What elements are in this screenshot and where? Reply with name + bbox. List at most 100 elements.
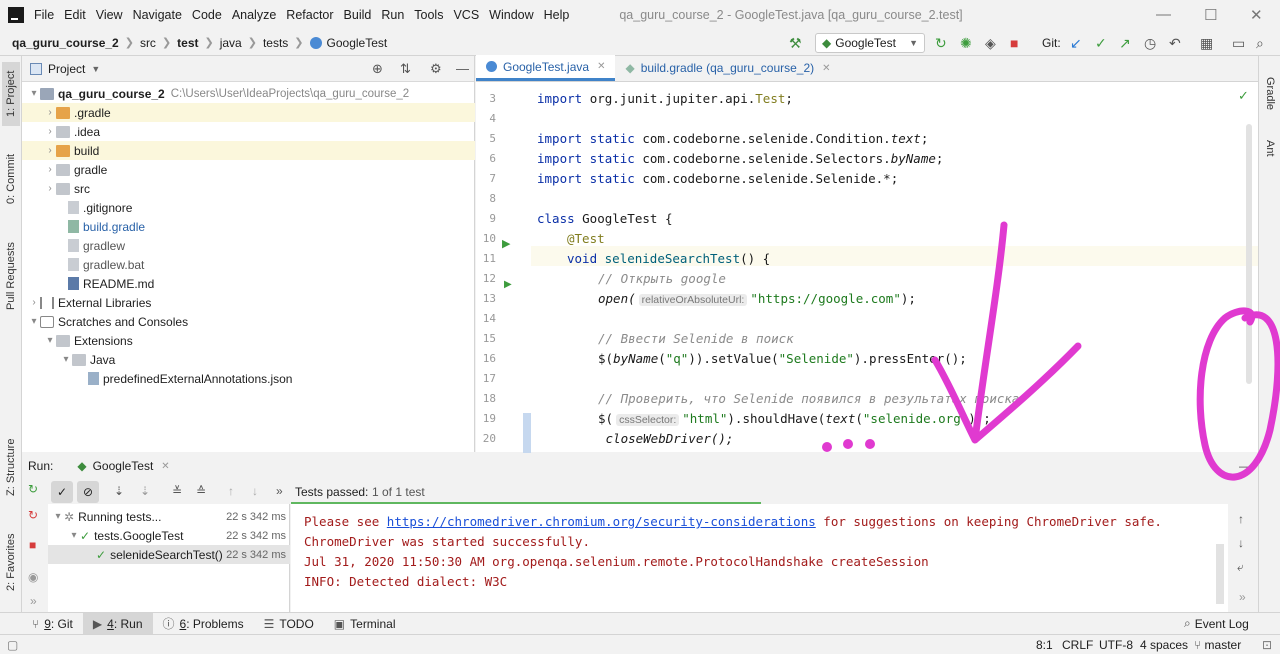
code-line-19[interactable]: $(cssSelector: "html").shouldHave(text("s…: [598, 411, 991, 426]
stop-icon[interactable]: ■: [29, 538, 36, 552]
debug-bug-icon[interactable]: ✺: [960, 34, 972, 52]
test-tree-row[interactable]: ✓ selenideSearchTest() 22 s 342 ms: [48, 545, 290, 564]
line-separator[interactable]: CRLF: [1062, 638, 1093, 652]
tab-build-gradle[interactable]: ◆ build.gradle (qa_guru_course_2) ✕: [615, 55, 840, 81]
stop-icon[interactable]: ■: [1010, 34, 1018, 52]
tree-item[interactable]: gradlew.bat: [22, 255, 475, 274]
menu-file[interactable]: File: [34, 8, 54, 22]
tree-item[interactable]: › External Libraries: [22, 293, 475, 312]
tree-item[interactable]: ▾ Extensions: [22, 331, 475, 350]
code-line-15[interactable]: // Ввести Selenide в поиск: [598, 331, 794, 346]
bottom-tab-problems[interactable]: ⓘ 6: Problems: [153, 613, 254, 635]
bottom-tab-git[interactable]: ⑂ 9: Git: [22, 613, 83, 635]
hide-panel-icon[interactable]: —: [456, 61, 469, 76]
rollback-icon[interactable]: ↶: [1169, 34, 1181, 52]
next-failed-icon[interactable]: ↓: [252, 484, 258, 498]
code-line-6[interactable]: import static com.codeborne.selenide.Sel…: [537, 151, 943, 166]
menu-edit[interactable]: Edit: [64, 8, 86, 22]
code-line-3[interactable]: import org.junit.jupiter.api.Test;: [537, 91, 793, 106]
tree-item[interactable]: gradlew: [22, 236, 475, 255]
menu-tools[interactable]: Tools: [414, 8, 443, 22]
tool-tab-structure[interactable]: Z: Structure: [2, 432, 20, 502]
code-line-11[interactable]: void selenideSearchTest() {: [567, 251, 770, 266]
project-structure-icon[interactable]: ▦: [1200, 34, 1213, 52]
tree-item[interactable]: › build: [22, 141, 475, 160]
tool-tab-favorites[interactable]: 2: Favorites: [2, 526, 20, 598]
search-everywhere-icon[interactable]: ⌕: [1256, 34, 1264, 52]
collapse-all-icon[interactable]: ⇅: [400, 61, 411, 77]
run-tab-googletest[interactable]: GoogleTest: [93, 459, 154, 473]
tool-tab-commit[interactable]: 0: Commit: [2, 144, 20, 214]
maximize-icon[interactable]: ☐: [1204, 6, 1217, 24]
menu-navigate[interactable]: Navigate: [133, 8, 182, 22]
collapse-all-icon[interactable]: ≙: [196, 484, 206, 498]
history-icon[interactable]: ◷: [1144, 34, 1156, 52]
locate-icon[interactable]: ⊕: [372, 61, 383, 77]
tree-item[interactable]: README.md: [22, 274, 475, 293]
code-line-18[interactable]: // Проверить, что Selenide появился в ре…: [598, 391, 1019, 406]
code-line-9[interactable]: class GoogleTest {: [537, 211, 672, 226]
menu-analyze[interactable]: Analyze: [232, 8, 276, 22]
bottom-tab-todo[interactable]: ☰ TODO: [254, 613, 324, 635]
hide-panel-icon[interactable]: —: [1239, 459, 1251, 473]
close-tab-icon[interactable]: ✕: [597, 61, 605, 72]
sort-alpha-icon[interactable]: ⇣: [114, 484, 124, 498]
tree-item[interactable]: › src: [22, 179, 475, 198]
console-scrollbar[interactable]: [1216, 544, 1224, 604]
tree-item[interactable]: predefinedExternalAnnotations.json: [22, 369, 475, 388]
tree-item[interactable]: build.gradle: [22, 217, 475, 236]
editor-scrollbar[interactable]: [1246, 124, 1252, 384]
menu-build[interactable]: Build: [344, 8, 372, 22]
code-line-20[interactable]: closeWebDriver();: [598, 431, 734, 446]
tree-root[interactable]: ▾ qa_guru_course_2 C:\Users\User\IdeaPro…: [22, 84, 475, 103]
close-icon[interactable]: ✕: [1250, 6, 1263, 24]
bottom-tab-run[interactable]: ▶ 4: Run: [82, 612, 153, 635]
chevron-down-icon[interactable]: ▼: [91, 64, 100, 74]
close-tab-icon[interactable]: ✕: [822, 63, 830, 74]
menu-view[interactable]: View: [96, 8, 123, 22]
code-line-16[interactable]: $(byName("q")).setValue("Selenide").pres…: [598, 351, 967, 366]
menu-vcs[interactable]: VCS: [453, 8, 479, 22]
tool-tab-pull-requests[interactable]: Pull Requests: [2, 231, 20, 321]
console-output[interactable]: Please see https://chromedriver.chromium…: [291, 504, 1228, 612]
git-branch-status[interactable]: ⑂ master: [1194, 638, 1241, 652]
breadcrumb-test[interactable]: test: [177, 36, 198, 50]
test-tree-row[interactable]: ▾ ✓ tests.GoogleTest 22 s 342 ms: [48, 526, 290, 545]
breadcrumb-tests[interactable]: tests: [263, 36, 288, 50]
tree-item[interactable]: › gradle: [22, 160, 475, 179]
tree-item[interactable]: › .idea: [22, 122, 475, 141]
indent-setting[interactable]: 4 spaces: [1140, 638, 1188, 652]
tree-item[interactable]: ▾ Scratches and Consoles: [22, 312, 475, 331]
more-icon[interactable]: »: [276, 484, 283, 498]
menu-code[interactable]: Code: [192, 8, 222, 22]
menu-refactor[interactable]: Refactor: [286, 8, 333, 22]
tool-tab-ant[interactable]: Ant: [1261, 128, 1279, 168]
expand-all-icon[interactable]: ≚: [172, 484, 182, 498]
run-class-icon[interactable]: ▶: [502, 237, 510, 250]
toggle-tool-windows-icon[interactable]: ▢: [7, 638, 18, 652]
build-hammer-icon[interactable]: ⚒: [789, 34, 802, 52]
code-line-5[interactable]: import static com.codeborne.selenide.Con…: [537, 131, 928, 146]
event-log-button[interactable]: ⌕ Event Log: [1174, 613, 1259, 635]
rerun-icon[interactable]: ↻: [935, 34, 947, 52]
run-config-select[interactable]: ◆ GoogleTest ▼: [815, 33, 925, 53]
more-icon[interactable]: »: [1239, 590, 1246, 604]
breadcrumb-java[interactable]: java: [220, 36, 242, 50]
prev-failed-icon[interactable]: ↑: [228, 484, 234, 498]
close-tab-icon[interactable]: ✕: [161, 461, 169, 472]
show-passed-icon[interactable]: ✓: [51, 481, 73, 503]
git-update-icon[interactable]: ↙: [1070, 34, 1082, 52]
menu-run[interactable]: Run: [381, 8, 404, 22]
soft-wrap-icon[interactable]: ⤶: [1237, 560, 1244, 575]
bottom-tab-terminal[interactable]: ▣ Terminal: [324, 613, 406, 635]
lock-icon[interactable]: ⊡: [1262, 638, 1272, 652]
tool-tab-gradle[interactable]: Gradle: [1261, 64, 1279, 124]
minimize-icon[interactable]: —: [1156, 6, 1171, 23]
test-tree-row[interactable]: ▾ ✲ Running tests... 22 s 342 ms: [48, 507, 290, 526]
gear-icon[interactable]: ⚙: [430, 61, 442, 77]
code-line-7[interactable]: import static com.codeborne.selenide.Sel…: [537, 171, 898, 186]
file-encoding[interactable]: UTF-8: [1099, 638, 1133, 652]
code-line-10[interactable]: @Test: [567, 231, 605, 246]
rerun-icon[interactable]: ↻: [28, 482, 38, 496]
code-line-12[interactable]: // Открыть google: [598, 271, 726, 286]
